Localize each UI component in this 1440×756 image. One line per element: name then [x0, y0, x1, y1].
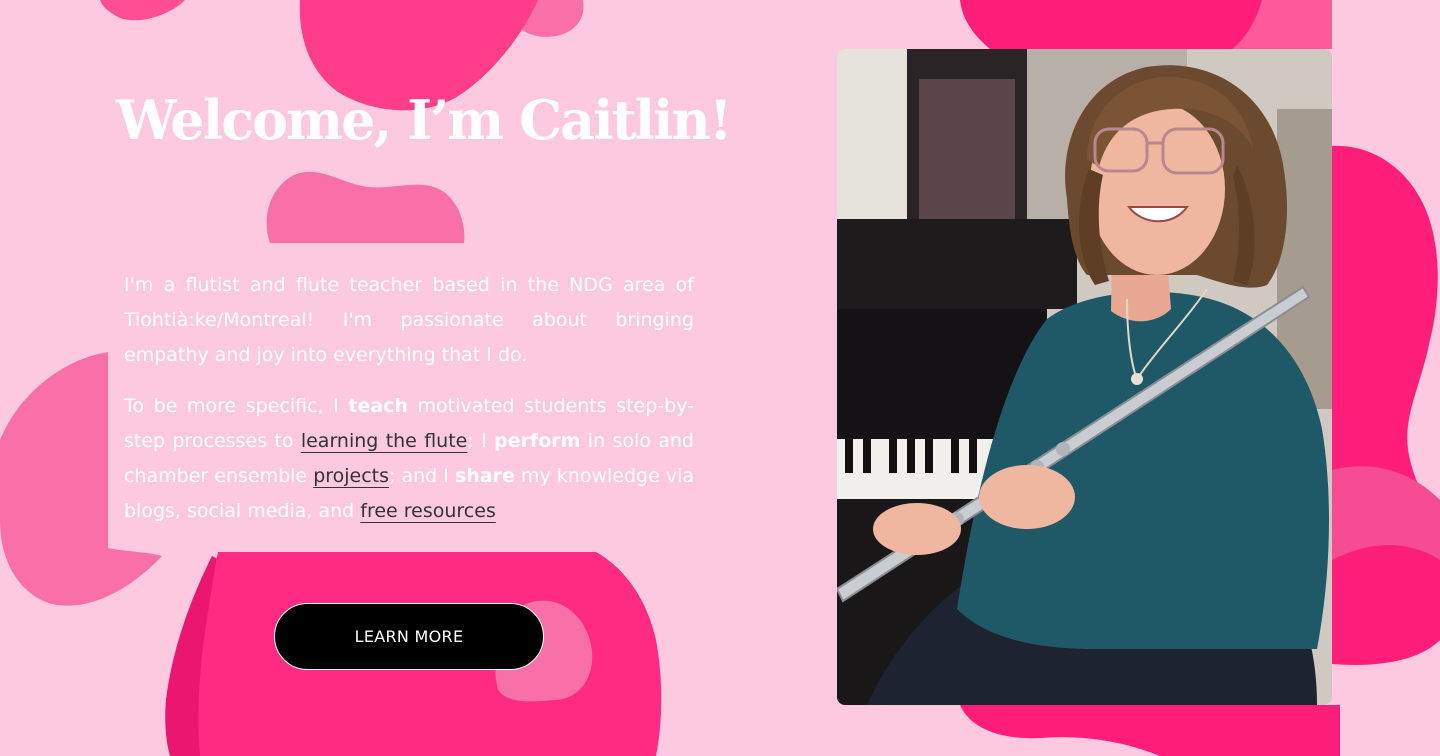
photo-piano-black-key	[863, 439, 871, 473]
photo-piano-black-key	[925, 439, 933, 473]
photo-piano-black-key	[969, 439, 977, 473]
photo-piano-black-key	[889, 439, 897, 473]
intro-text-run: ; and I	[389, 465, 455, 487]
blob-top-right	[960, 0, 1262, 49]
photo-right-hand	[979, 465, 1075, 529]
profile-photo	[837, 49, 1332, 705]
keyword-share: share	[454, 465, 515, 487]
learning-the-flute-link[interactable]: learning the flute	[301, 430, 468, 452]
page-title: Welcome, I’m Caitlin!	[116, 88, 733, 152]
keyword-perform: perform	[494, 430, 581, 452]
intro-text-run: ; I	[467, 430, 495, 452]
photo-piano-black-key	[845, 439, 853, 473]
intro-text-run: To be more specific, I	[124, 395, 349, 417]
intro-text: I'm a flutist and flute teacher based in…	[124, 268, 694, 545]
intro-paragraph-2: To be more specific, I teach motivated s…	[124, 389, 694, 529]
hero-section: Welcome, I’m Caitlin! I'm a flutist and …	[0, 0, 1440, 756]
learn-more-button[interactable]: LEARN MORE	[274, 603, 544, 670]
blob-mid-small	[266, 171, 465, 243]
photo-flute-key	[1056, 442, 1070, 456]
blob-bottom-right	[960, 705, 1340, 756]
photo-piano-black-key	[907, 439, 915, 473]
intro-paragraph-1: I'm a flutist and flute teacher based in…	[124, 274, 694, 366]
photo-left-hand	[873, 503, 961, 555]
blob-right	[1332, 145, 1440, 665]
projects-link[interactable]: projects	[313, 465, 389, 487]
photo-piano-black-key	[951, 439, 959, 473]
photo-piano-top	[837, 219, 1077, 309]
photo-pendant	[1131, 373, 1143, 385]
free-resources-link[interactable]: free resources	[360, 500, 496, 522]
keyword-teach: teach	[348, 395, 408, 417]
blob-top-left	[100, 0, 185, 21]
flutist-photo-illustration	[837, 49, 1332, 705]
